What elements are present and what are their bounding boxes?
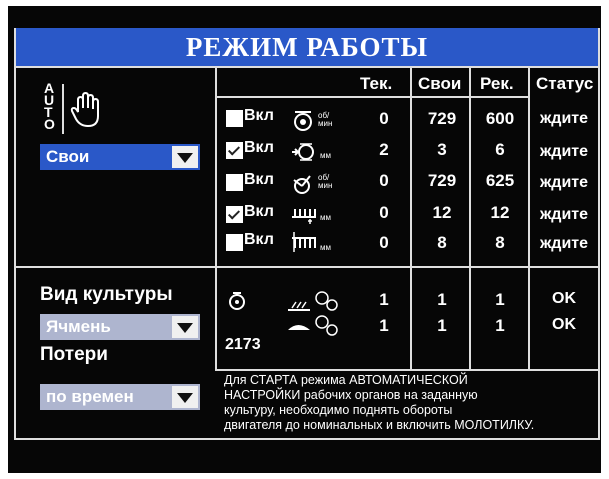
value-rek: 8 [495, 233, 505, 252]
enable-checkbox[interactable] [226, 142, 243, 159]
value-tek: 0 [379, 109, 389, 128]
col-header-tek: Тек. [360, 74, 393, 93]
crop-type-value: Ячмень [46, 317, 111, 336]
fan-speed-icon [290, 170, 318, 201]
value-tek: 0 [379, 171, 389, 190]
info-message: Для СТАРТА режима АВТОМАТИЧЕСКОЙ НАСТРОЙ… [224, 373, 596, 433]
unit-label: об/мин [318, 111, 333, 128]
engine-icon [227, 290, 247, 317]
enable-checkbox[interactable] [226, 174, 243, 191]
value-tek: 1 [379, 290, 389, 309]
value-tek: 0 [379, 233, 389, 252]
grid-line [14, 66, 600, 68]
enable-label: Вкл [244, 203, 274, 220]
chevron-down-icon[interactable] [172, 316, 198, 338]
message-line: НАСТРОЙКИ рабочих органов на заданную [224, 388, 478, 402]
page-title: РЕЖИМ РАБОТЫ [14, 28, 600, 66]
value-rek: 1 [495, 290, 505, 309]
crop-type-label: Вид культуры [40, 284, 173, 305]
value-svoi: 729 [427, 171, 457, 190]
status-label: OK [552, 290, 576, 307]
value-svoi: 12 [432, 203, 452, 222]
losses-label: Потери [40, 344, 108, 365]
status-label: ждите [539, 110, 589, 127]
col-header-svoi: Свои [418, 74, 462, 93]
grid-line [14, 28, 16, 440]
upper-sieve-icon [290, 203, 320, 230]
value-svoi: 1 [437, 290, 447, 309]
grid-line [215, 66, 217, 371]
status-label: OK [552, 316, 576, 333]
col-header-rek: Рек. [480, 74, 514, 93]
value-tek: 1 [379, 316, 389, 335]
value-rek: 625 [485, 171, 515, 190]
chevron-down-icon[interactable] [172, 386, 198, 408]
grid-line [216, 369, 600, 371]
unit-label: мм [320, 151, 331, 160]
value-tek: 0 [379, 203, 389, 222]
value-svoi: 1 [437, 316, 447, 335]
mode-divider [62, 84, 64, 134]
sieve-loss-icon [286, 312, 356, 343]
chevron-down-icon[interactable] [172, 146, 198, 168]
enable-label: Вкл [244, 231, 274, 248]
losses-select[interactable]: по времен [40, 384, 200, 410]
concave-gap-icon [290, 140, 320, 169]
value-svoi: 3 [437, 140, 447, 159]
status-label: ждите [539, 174, 589, 191]
value-rek: 12 [490, 203, 510, 222]
grid-line [598, 28, 600, 440]
grid-line [410, 66, 412, 371]
grid-line [14, 438, 600, 440]
auto-label: AUTO [44, 80, 55, 132]
grid-line [469, 66, 471, 371]
value-tek: 2 [379, 140, 389, 159]
unit-label: об/мин [318, 173, 333, 190]
rotor-speed-icon [293, 108, 321, 139]
enable-label: Вкл [244, 171, 274, 188]
lower-sieve-icon [290, 230, 320, 259]
enable-label: Вкл [244, 107, 274, 124]
auto-mode-icon[interactable]: AUTO [44, 80, 56, 132]
unit-label: мм [320, 213, 331, 222]
sensor-code: 2173 [225, 336, 261, 353]
hand-icon[interactable] [70, 91, 102, 128]
value-rek: 6 [495, 140, 505, 159]
col-header-status: Статус [536, 74, 594, 93]
enable-checkbox[interactable] [226, 206, 243, 223]
message-line: Для СТАРТА режима АВТОМАТИЧЕСКОЙ [224, 373, 468, 387]
unit-label: мм [320, 243, 331, 252]
value-svoi: 8 [437, 233, 447, 252]
grid-line [216, 96, 529, 98]
status-label: ждите [539, 143, 589, 160]
value-rek: 600 [485, 109, 515, 128]
mode-select[interactable]: Свои [40, 144, 200, 170]
status-label: ждите [539, 235, 589, 252]
status-label: ждите [539, 206, 589, 223]
message-line: двигателя до номинальных и включить МОЛО… [224, 418, 535, 432]
enable-checkbox[interactable] [226, 234, 243, 251]
value-rek: 1 [495, 316, 505, 335]
enable-checkbox[interactable] [226, 110, 243, 127]
crop-type-select[interactable]: Ячмень [40, 314, 200, 340]
message-line: культуру, необходимо поднять обороты [224, 403, 453, 417]
enable-label: Вкл [244, 139, 274, 156]
grid-line [14, 266, 600, 268]
value-svoi: 729 [427, 109, 457, 128]
losses-value: по времен [46, 387, 134, 406]
mode-select-value: Свои [46, 147, 90, 166]
